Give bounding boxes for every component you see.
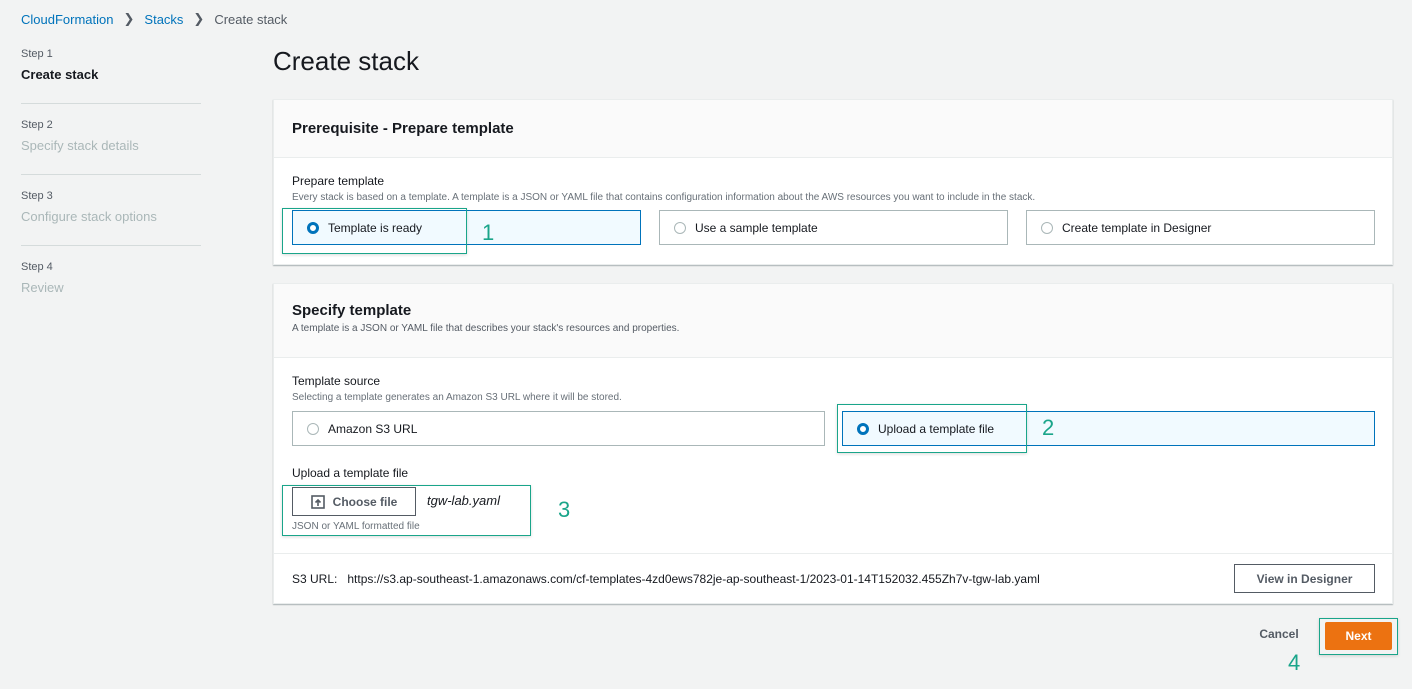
panel-header: Prerequisite - Prepare template: [274, 100, 1392, 158]
cancel-button[interactable]: Cancel: [1254, 627, 1304, 641]
radio-s3-url[interactable]: Amazon S3 URL: [292, 411, 825, 446]
radio-upload-file[interactable]: Upload a template file: [842, 411, 1375, 446]
radio-checked-icon: [857, 422, 869, 435]
page-title: Create stack: [273, 46, 419, 76]
radio-unchecked-icon: [307, 422, 319, 435]
view-in-designer-button[interactable]: View in Designer: [1234, 564, 1375, 593]
annotation-number-3: 3: [558, 497, 571, 522]
step-title: Configure stack options: [21, 209, 157, 224]
breadcrumb-cloudformation[interactable]: CloudFormation: [21, 12, 114, 27]
radio-sample-template[interactable]: Use a sample template: [659, 210, 1008, 245]
step-title: Specify stack details: [21, 138, 139, 153]
s3-url-label: S3 URL:: [292, 572, 338, 586]
step-number: Step 3: [21, 190, 53, 202]
annotation-number-4: 4: [1288, 650, 1301, 675]
prepare-template-label: Prepare template: [292, 174, 385, 188]
selected-file-name: tgw-lab.yaml: [427, 493, 500, 508]
breadcrumb-current: Create stack: [214, 11, 288, 27]
s3-url-value: https://s3.ap-southeast-1.amazonaws.com/…: [347, 572, 1040, 586]
wizard-steps: Step 1 Create stack Step 2 Specify stack…: [21, 47, 201, 330]
radio-label: Create template in Designer: [1062, 220, 1212, 235]
annotation-number-1: 1: [482, 220, 495, 245]
radio-label: Template is ready: [328, 220, 423, 235]
panel-title: Prerequisite - Prepare template: [292, 120, 514, 137]
panel-header: Specify template A template is a JSON or…: [274, 284, 1392, 358]
step-number: Step 4: [21, 261, 53, 273]
view-in-designer-label: View in Designer: [1256, 571, 1353, 586]
radio-label: Amazon S3 URL: [328, 421, 418, 436]
specify-template-panel: Specify template A template is a JSON or…: [273, 283, 1393, 604]
upload-file-label: Upload a template file: [292, 466, 409, 480]
step-title: Review: [21, 280, 64, 295]
radio-label: Upload a template file: [878, 421, 995, 436]
radio-label: Use a sample template: [695, 220, 818, 235]
panel-title: Specify template: [292, 302, 412, 319]
step-3: Step 3 Configure stack options: [21, 189, 201, 246]
next-label: Next: [1345, 629, 1372, 643]
radio-unchecked-icon: [1041, 221, 1053, 234]
breadcrumb: CloudFormation ❯ Stacks ❯ Create stack: [21, 11, 287, 27]
breadcrumb-stacks[interactable]: Stacks: [144, 12, 183, 27]
step-number: Step 1: [21, 48, 53, 60]
template-source-desc: Selecting a template generates an Amazon…: [292, 392, 622, 403]
template-source-label: Template source: [292, 374, 381, 388]
file-constraint: JSON or YAML formatted file: [292, 521, 420, 532]
step-1: Step 1 Create stack: [21, 47, 201, 104]
chevron-right-icon: ❯: [193, 11, 205, 26]
radio-template-ready[interactable]: Template is ready: [292, 210, 641, 245]
prepare-template-desc: Every stack is based on a template. A te…: [292, 192, 1036, 203]
radio-checked-icon: [307, 221, 319, 234]
s3-url-row: S3 URL: https://s3.ap-southeast-1.amazon…: [274, 553, 1392, 604]
step-4: Step 4 Review: [21, 260, 201, 316]
annotation-number-2: 2: [1042, 415, 1055, 440]
radio-unchecked-icon: [674, 221, 686, 234]
step-title: Create stack: [21, 67, 99, 82]
chevron-right-icon: ❯: [123, 11, 135, 26]
prerequisite-panel: Prerequisite - Prepare template Prepare …: [273, 99, 1393, 265]
radio-designer-template[interactable]: Create template in Designer: [1026, 210, 1375, 245]
panel-desc: A template is a JSON or YAML file that d…: [292, 323, 680, 334]
upload-icon: [310, 494, 325, 509]
next-button[interactable]: Next: [1325, 622, 1392, 650]
choose-file-label: Choose file: [332, 494, 398, 509]
choose-file-button[interactable]: Choose file: [292, 487, 416, 516]
step-number: Step 2: [21, 119, 53, 131]
step-2: Step 2 Specify stack details: [21, 118, 201, 175]
